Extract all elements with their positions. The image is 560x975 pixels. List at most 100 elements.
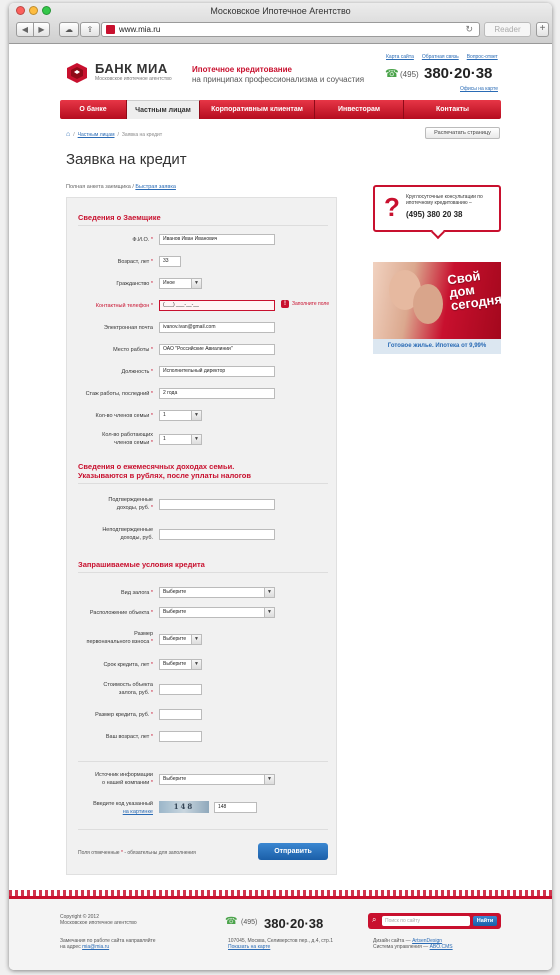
- section-divider: [78, 572, 328, 573]
- chevron-down-icon: ▼: [191, 635, 201, 644]
- email-label: Электронная почта: [103, 325, 153, 331]
- new-tab-icon[interactable]: +: [536, 22, 549, 37]
- banner-caption[interactable]: Готовое жилье. Ипотека от 9,99%: [373, 339, 501, 354]
- required-note: Поля отмеченные * - обязательны для запо…: [78, 850, 196, 856]
- search-button[interactable]: Найти: [473, 916, 497, 926]
- loan-amount-label: Размер кредита, руб. *: [95, 712, 153, 718]
- main-menu: О банке Частным лицам Корпоративным клие…: [60, 100, 501, 119]
- confirmed-income-label: Подтвержденные доходы, руб. *: [108, 497, 153, 511]
- web-page: БАНК МИА Московское ипотечное агентство …: [9, 45, 552, 970]
- search-input[interactable]: Поиск по сайту: [382, 916, 470, 926]
- window-title: Московское Ипотечное Агентство: [210, 6, 351, 16]
- address-bar[interactable]: www.mia.ru ↻: [101, 22, 480, 37]
- faq-link[interactable]: Вопрос-ответ: [467, 54, 498, 60]
- confirmed-income-input[interactable]: [159, 499, 275, 510]
- footer: [9, 896, 552, 970]
- family-select[interactable]: 1 ▼: [159, 410, 202, 421]
- tab-full-form[interactable]: Полная анкета заемщика: [66, 184, 131, 190]
- reload-icon[interactable]: ↻: [465, 24, 473, 35]
- captcha-input[interactable]: 148: [214, 802, 257, 813]
- your-age-input[interactable]: [159, 731, 202, 742]
- position-label: Должность *: [121, 369, 153, 375]
- browser-window: Московское Ипотечное Агентство ◀ ▶ ☁ ⇪ w…: [9, 3, 552, 970]
- section-divider: [78, 829, 328, 830]
- feedback-link[interactable]: Обратная связь: [422, 54, 459, 60]
- cms-credit-link[interactable]: ABO.CMS: [430, 944, 453, 950]
- browser-toolbar: Московское Ипотечное Агентство ◀ ▶ ☁ ⇪ w…: [9, 3, 552, 44]
- location-select[interactable]: Выберите ▼: [159, 607, 275, 618]
- captcha-image: 148: [159, 801, 209, 813]
- menu-item-investors[interactable]: Инвесторам: [315, 100, 404, 119]
- phone-input[interactable]: (___) ___-__-__: [159, 300, 275, 311]
- section-borrower-title: Сведения о Заемщике: [78, 213, 161, 222]
- position-input[interactable]: Исполнительный директор: [159, 366, 275, 377]
- footer-phone-number: 380·20·38: [264, 916, 324, 931]
- collateral-label: Вид залога *: [120, 590, 153, 596]
- logo-name[interactable]: БАНК МИА: [95, 61, 168, 76]
- header-phone-code: (495): [400, 70, 419, 79]
- workplace-input[interactable]: ОАО "Российские Авиалинии": [159, 344, 275, 355]
- submit-button[interactable]: Отправить: [258, 843, 328, 860]
- email-input[interactable]: ivanov.ivan@gmail.com: [159, 322, 275, 333]
- section-conditions-title: Запрашиваемые условия кредита: [78, 560, 205, 569]
- sitemap-link[interactable]: Карта сайта: [386, 54, 414, 60]
- footer-credits: Дизайн сайта — ArtsenDesign Система управ…: [373, 938, 453, 950]
- unconfirmed-income-input[interactable]: [159, 529, 275, 540]
- history-buttons: ◀ ▶: [16, 22, 50, 37]
- age-input[interactable]: 33: [159, 256, 181, 267]
- property-cost-input[interactable]: [159, 684, 202, 695]
- menu-item-individuals[interactable]: Частным лицам: [127, 100, 200, 119]
- working-members-select[interactable]: 1 ▼: [159, 434, 202, 445]
- chevron-down-icon: ▼: [264, 775, 274, 784]
- slogan-text: на принципах профессионализма и соучасти…: [192, 75, 365, 84]
- section-income-title: Сведения о ежемесячных доходах семьи. Ука…: [78, 462, 251, 480]
- print-page-button[interactable]: Распечатать страницу: [425, 127, 500, 139]
- consultation-text: Круглосуточные консультации по ипотечном…: [406, 194, 483, 206]
- captcha-refresh-link[interactable]: на картинке: [123, 809, 153, 815]
- back-icon[interactable]: ◀: [17, 23, 33, 36]
- term-label: Срок кредита, лет *: [103, 662, 153, 668]
- menu-item-corporate[interactable]: Корпоративным клиентам: [200, 100, 315, 119]
- tab-quick-form[interactable]: Быстрая заявка: [135, 184, 176, 190]
- chevron-down-icon: ▼: [191, 660, 201, 669]
- bank-logo-icon[interactable]: [66, 62, 88, 84]
- fio-input[interactable]: Иванов Иван Иванович: [159, 234, 275, 245]
- source-label: Источник информации о нашей компании *: [95, 772, 153, 786]
- site-favicon-icon: [106, 25, 115, 34]
- footer-email-link[interactable]: mia@mia.ru: [82, 944, 109, 950]
- share-icon[interactable]: ⇪: [80, 22, 100, 37]
- offices-map-link[interactable]: Офисы на карте: [460, 86, 498, 92]
- form-type-tabs: Полная анкета заемщика / Быстрая заявка: [66, 184, 176, 190]
- reader-button[interactable]: Reader: [484, 22, 531, 37]
- source-select[interactable]: Выберите ▼: [159, 774, 275, 785]
- downpayment-select[interactable]: Выберите ▼: [159, 634, 202, 645]
- feedback-text: Замечания по работе сайта направляйте на …: [60, 938, 156, 950]
- family-label: Кол-во членов семьи *: [95, 413, 153, 419]
- forward-icon[interactable]: ▶: [33, 23, 49, 36]
- slogan-title: Ипотечное кредитование: [192, 65, 292, 74]
- footer-map-link[interactable]: Показать на карте: [228, 944, 270, 950]
- icloud-tabs-icon[interactable]: ☁: [59, 22, 79, 37]
- header-phone-number: 380·20·38: [424, 65, 493, 82]
- callout-tail: [430, 224, 446, 240]
- chevron-down-icon: ▼: [264, 608, 274, 617]
- tab-separator: /: [132, 184, 134, 190]
- home-icon[interactable]: ⌂: [66, 131, 70, 138]
- menu-item-about[interactable]: О банке: [60, 100, 127, 119]
- loan-amount-input[interactable]: [159, 709, 202, 720]
- experience-input[interactable]: 2 года: [159, 388, 275, 399]
- menu-item-contacts[interactable]: Контакты: [404, 100, 501, 119]
- consultation-phone: (495) 380 20 38: [406, 210, 463, 219]
- section-divider: [78, 761, 328, 762]
- phone-icon: ☎: [225, 916, 238, 927]
- fio-label: Ф.И.О. *: [132, 237, 153, 243]
- collateral-select[interactable]: Выберите ▼: [159, 587, 275, 598]
- promo-banner[interactable]: Свой дом сегодня!: [373, 262, 501, 339]
- term-select[interactable]: Выберите ▼: [159, 659, 202, 670]
- chevron-down-icon: ▼: [191, 279, 201, 288]
- breadcrumb-individuals[interactable]: Частным лицам: [78, 132, 115, 138]
- footer-address: 107045, Москва, Селиверстов пер., д.4, с…: [228, 938, 334, 950]
- question-icon: ?: [384, 192, 400, 222]
- citizenship-select[interactable]: Иное ▼: [159, 278, 202, 289]
- downpayment-label: Размер первоначального взноса *: [86, 631, 153, 645]
